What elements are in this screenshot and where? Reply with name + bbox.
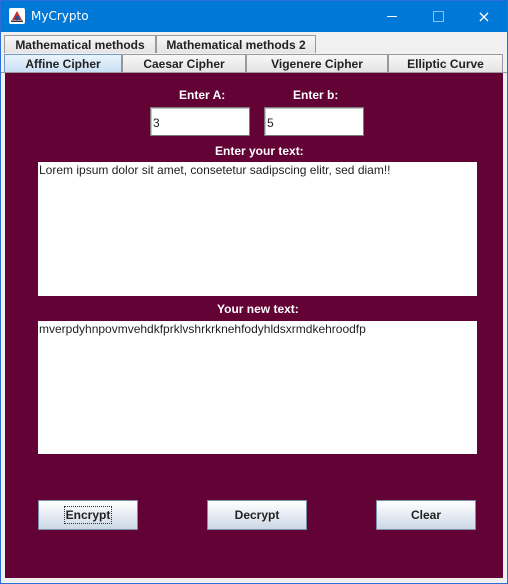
tab-label: Elliptic Curve	[407, 56, 484, 71]
input-text-area[interactable]: Lorem ipsum dolor sit amet, consetetur s…	[38, 162, 477, 296]
decrypt-button-label: Decrypt	[234, 508, 280, 522]
b-value-input[interactable]	[264, 107, 364, 136]
tab-mathematical-methods[interactable]: Mathematical methods	[4, 35, 156, 53]
decrypt-button[interactable]: Decrypt	[207, 500, 307, 530]
tab-label: Mathematical methods	[15, 37, 145, 52]
tab-label: Affine Cipher	[25, 56, 101, 71]
a-value-input[interactable]	[150, 107, 250, 136]
tab-mathematical-methods-2[interactable]: Mathematical methods 2	[156, 35, 316, 53]
tab-label: Vigenere Cipher	[271, 56, 363, 71]
affine-cipher-panel: Enter A: Enter b: Enter your text: Lorem…	[5, 73, 503, 578]
tab-label: Caesar Cipher	[143, 56, 225, 71]
tab-row-bottom: Affine Cipher Caesar Cipher Vigenere Cip…	[1, 53, 507, 72]
new-text-label: Your new text:	[217, 302, 299, 316]
window-title: MyCrypto	[31, 9, 89, 23]
maximize-icon	[432, 11, 444, 22]
tab-row-top: Mathematical methods Mathematical method…	[1, 34, 507, 53]
mycrypto-window: MyCrypto × Mathematical methods Mathemat…	[0, 0, 508, 584]
close-icon: ×	[477, 6, 491, 26]
enter-a-label: Enter A:	[179, 88, 226, 102]
encrypt-button[interactable]: Encrypt	[38, 500, 138, 530]
tab-elliptic-curve[interactable]: Elliptic Curve	[388, 54, 503, 72]
close-button[interactable]: ×	[461, 1, 507, 32]
tab-affine-cipher[interactable]: Affine Cipher	[4, 54, 122, 72]
output-text-area[interactable]: mverpdyhnpovmvehdkfprklvshrkrknehfodyhld…	[38, 321, 477, 454]
enter-text-label: Enter your text:	[215, 144, 304, 158]
title-bar[interactable]: MyCrypto ×	[1, 1, 507, 32]
tab-vigenere-cipher[interactable]: Vigenere Cipher	[246, 54, 388, 72]
app-icon	[9, 8, 25, 24]
clear-button[interactable]: Clear	[376, 500, 476, 530]
minimize-button[interactable]	[369, 1, 415, 32]
maximize-button[interactable]	[415, 1, 461, 32]
clear-button-label: Clear	[410, 508, 442, 522]
encrypt-button-label: Encrypt	[63, 506, 113, 524]
tab-caesar-cipher[interactable]: Caesar Cipher	[122, 54, 246, 72]
enter-b-label: Enter b:	[293, 88, 339, 102]
minimize-icon	[387, 16, 397, 17]
tab-label: Mathematical methods 2	[166, 37, 306, 52]
